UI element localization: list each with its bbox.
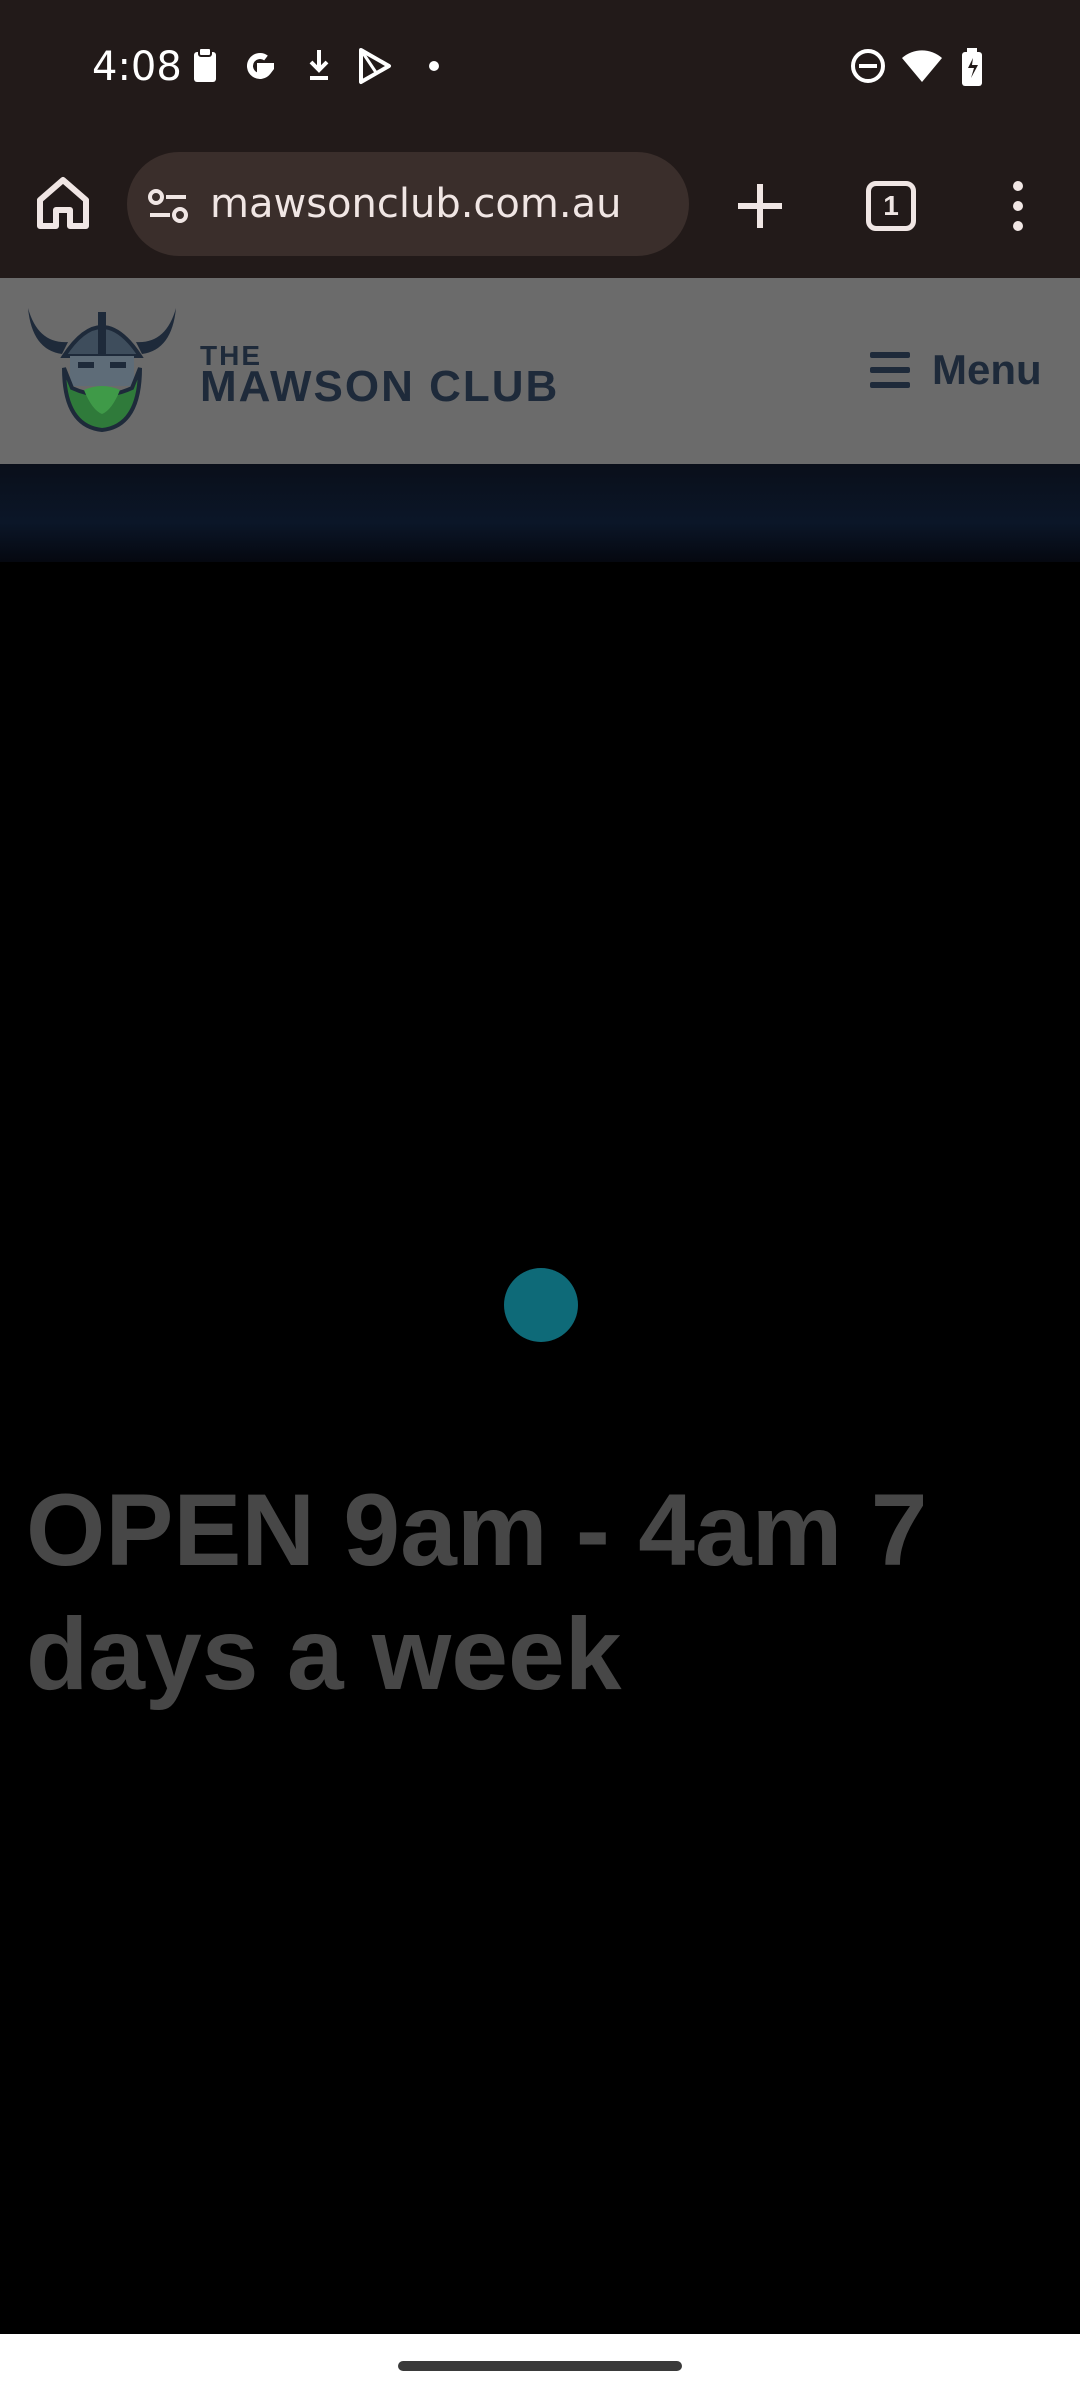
logo-text-mawson-club: MAWSON CLUB: [200, 362, 560, 411]
more-options-icon[interactable]: [1000, 176, 1036, 236]
loading-spinner: [504, 1268, 578, 1342]
home-gesture-handle[interactable]: [398, 2361, 682, 2371]
google-icon: [247, 53, 275, 79]
clipboard-icon: [194, 47, 216, 82]
mawson-club-logo[interactable]: [24, 298, 180, 434]
hero-banner: [0, 464, 1080, 562]
url-text[interactable]: mawsonclub.com.au: [210, 181, 621, 227]
tab-switcher-button[interactable]: 1: [866, 181, 916, 231]
status-bar: 4:08: [0, 0, 1080, 140]
wifi-icon: [902, 50, 942, 82]
hamburger-icon: [870, 352, 910, 388]
home-icon[interactable]: [28, 168, 98, 238]
play-store-icon: [359, 48, 391, 84]
dot-icon: [429, 61, 439, 71]
site-settings-icon[interactable]: [146, 186, 190, 226]
menu-button[interactable]: Menu: [870, 340, 1042, 400]
dnd-icon: [851, 49, 885, 83]
battery-icon: [962, 48, 982, 86]
status-time: 4:08: [92, 44, 182, 90]
menu-label: Menu: [932, 346, 1042, 393]
download-icon: [309, 50, 329, 80]
new-tab-icon[interactable]: [730, 176, 790, 236]
opening-hours-headline: OPEN 9am - 4am 7 days a week: [26, 1473, 928, 1711]
